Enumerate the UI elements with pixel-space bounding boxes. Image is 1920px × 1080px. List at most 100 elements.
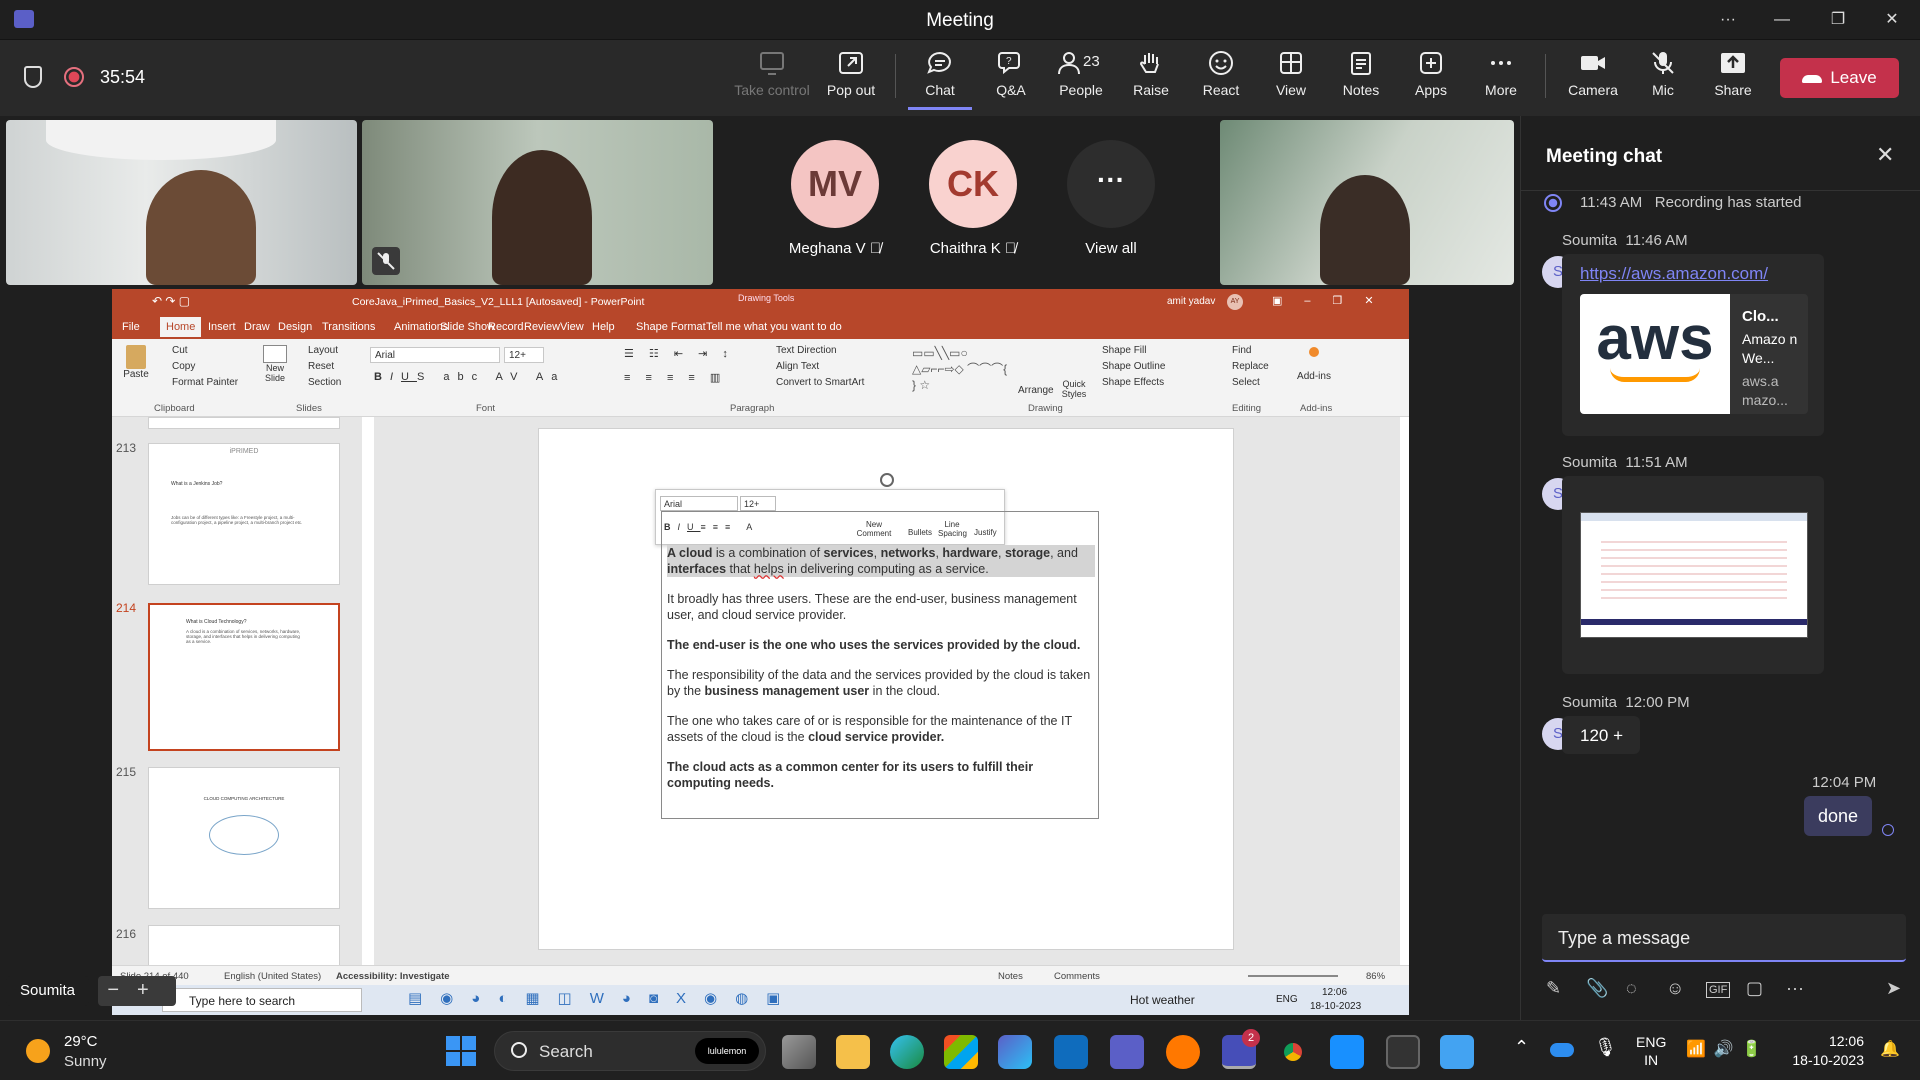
select-button[interactable]: Select xyxy=(1232,377,1260,388)
avast-icon[interactable] xyxy=(1166,1035,1200,1069)
align-text-button[interactable]: Align Text xyxy=(776,361,819,372)
shapes-gallery[interactable]: ▭▭╲╲▭○ △▱⌐⌐⇨◇ ⌒⌒⌒{ } ☆ xyxy=(912,345,1008,395)
arrange-button[interactable]: Arrange xyxy=(1018,385,1054,396)
chrome-icon[interactable] xyxy=(1276,1035,1310,1069)
task-view-icon[interactable] xyxy=(782,1035,816,1069)
send-icon[interactable]: ➤ xyxy=(1886,978,1901,999)
slide-thumbnail-214-selected[interactable]: What is Cloud Technology? A cloud is a c… xyxy=(148,603,340,751)
quick-styles-button[interactable]: Quick Styles xyxy=(1056,379,1092,399)
ribbon-tab-slide-show[interactable]: Slide Show xyxy=(440,321,495,333)
comments-toggle[interactable]: Comments xyxy=(1054,971,1100,982)
weather-widget[interactable]: 29°C Sunny xyxy=(26,1029,166,1073)
leave-button[interactable]: Leave xyxy=(1780,58,1899,98)
slide-thumbnail-213[interactable]: iPRIMED What is a Jenkins Job? Jobs can … xyxy=(148,443,340,585)
rotate-handle-icon[interactable] xyxy=(880,473,894,487)
paste-button[interactable]: Paste xyxy=(122,345,150,380)
tell-me-search[interactable]: Tell me what you want to do xyxy=(706,321,842,333)
copy-button[interactable]: Copy xyxy=(172,361,195,372)
video-tile-2[interactable] xyxy=(362,120,713,285)
loop-icon[interactable]: ◌ xyxy=(1626,978,1637,999)
zoom-level[interactable]: 86% xyxy=(1366,971,1385,982)
notepad-icon[interactable] xyxy=(1440,1035,1474,1069)
link-preview-card[interactable]: aws Clo... Amazo n We... aws.a mazo... xyxy=(1580,294,1808,414)
slide-thumbnail-pane[interactable]: 213 iPRIMED What is a Jenkins Job? Jobs … xyxy=(112,417,362,975)
mini-font-select[interactable]: Arial xyxy=(660,496,738,511)
format-painter-button[interactable]: Format Painter xyxy=(172,377,238,388)
shape-effects-button[interactable]: Shape Effects xyxy=(1102,377,1164,388)
people-button[interactable]: 23 People xyxy=(1048,50,1114,110)
inner-search-box[interactable]: Type here to search xyxy=(162,988,362,1012)
clock[interactable]: 12:06 18-10-2023 xyxy=(1784,1032,1864,1070)
ribbon-tab-shape-format[interactable]: Shape Format xyxy=(636,321,706,333)
zoom-slider[interactable] xyxy=(1248,975,1338,977)
teams-icon[interactable] xyxy=(1110,1035,1144,1069)
convert-smartart-button[interactable]: Convert to SmartArt xyxy=(776,377,864,388)
terminal-icon[interactable] xyxy=(1386,1035,1420,1069)
more-compose-icon[interactable]: ··· xyxy=(1786,978,1804,999)
aws-link[interactable]: https://aws.amazon.com/ xyxy=(1580,264,1768,284)
ribbon-tab-review[interactable]: Review xyxy=(524,321,560,333)
language-indicator[interactable]: ENG IN xyxy=(1636,1033,1666,1069)
sticker-icon[interactable]: ▢ xyxy=(1746,978,1763,999)
snipping-tool-icon[interactable] xyxy=(1330,1035,1364,1069)
ribbon-tab-help[interactable]: Help xyxy=(592,321,615,333)
slide-thumbnail-212[interactable] xyxy=(148,417,340,429)
raise-hand-button[interactable]: Raise xyxy=(1118,50,1184,110)
section-button[interactable]: Section xyxy=(308,377,341,388)
undo-icon[interactable]: ↶ ↷ ▢ xyxy=(152,294,190,308)
file-explorer-icon[interactable] xyxy=(836,1035,870,1069)
attach-icon[interactable]: 📎 xyxy=(1586,978,1608,999)
onedrive-icon[interactable] xyxy=(1550,1043,1574,1057)
react-button[interactable]: React xyxy=(1188,50,1254,110)
current-slide[interactable]: Arial 12+ BIU≡≡≡ A New Comment Bullets L… xyxy=(538,428,1234,950)
layout-button[interactable]: Layout xyxy=(308,345,338,356)
ribbon-tab-insert[interactable]: Insert xyxy=(208,321,236,333)
ribbon-tab-transitions[interactable]: Transitions xyxy=(322,321,375,333)
text-direction-button[interactable]: Text Direction xyxy=(776,345,837,356)
paragraph-buttons[interactable]: ☰ ☷ ⇤ ⇥ ↕ xyxy=(624,347,734,360)
minimize-button[interactable]: — xyxy=(1760,6,1804,34)
teams-new-icon[interactable]: 2 xyxy=(1222,1029,1260,1069)
show-hidden-icons[interactable]: ⌃ xyxy=(1514,1037,1529,1058)
emoji-icon[interactable]: ☺ xyxy=(1666,978,1684,999)
store-icon[interactable] xyxy=(944,1035,978,1069)
font-size-select[interactable]: 12+ xyxy=(504,347,544,363)
reset-button[interactable]: Reset xyxy=(308,361,334,372)
video-tile-1[interactable] xyxy=(6,120,357,285)
format-icon[interactable]: ✎ xyxy=(1546,978,1561,999)
participant-chaithra[interactable]: CK Chaithra K 🎙̸ xyxy=(918,140,1028,260)
start-button[interactable] xyxy=(446,1036,476,1066)
ribbon-tab-file[interactable]: File xyxy=(122,321,140,333)
accessibility-status[interactable]: Accessibility: Investigate xyxy=(336,971,450,982)
inner-taskbar-apps[interactable]: ▤◉◕◐▦◫W◕◙X◉◍▣ xyxy=(408,989,798,1007)
participant-meghana[interactable]: MV Meghana V 🎙̸ xyxy=(780,140,890,260)
cut-button[interactable]: Cut xyxy=(172,345,188,356)
more-button[interactable]: More xyxy=(1468,50,1534,110)
qa-button[interactable]: ? Q&A xyxy=(978,50,1044,110)
ribbon-tab-design[interactable]: Design xyxy=(278,321,312,333)
video-tile-3[interactable] xyxy=(1220,120,1514,285)
microphone-tray-icon[interactable]: 🎙 xyxy=(1594,1037,1617,1058)
more-options-icon[interactable]: ··· xyxy=(1706,6,1750,34)
ppt-window-controls[interactable]: ▣–❐✕ xyxy=(1272,294,1396,307)
ribbon-tab-home[interactable]: Home xyxy=(160,317,202,337)
shape-outline-button[interactable]: Shape Outline xyxy=(1102,361,1165,372)
shape-fill-button[interactable]: Shape Fill xyxy=(1102,345,1146,356)
ribbon-tab-record[interactable]: Record xyxy=(488,321,523,333)
view-button[interactable]: View xyxy=(1258,50,1324,110)
gif-icon[interactable]: GIF xyxy=(1706,982,1731,998)
find-button[interactable]: Find xyxy=(1232,345,1251,356)
new-slide-button[interactable]: New Slide xyxy=(258,345,292,383)
font-format-buttons[interactable]: BIUS abc AV Aa xyxy=(374,371,565,383)
notes-toggle[interactable]: Notes xyxy=(998,971,1023,982)
screenshot-image[interactable] xyxy=(1580,512,1808,638)
pop-out-button[interactable]: Pop out xyxy=(818,50,884,110)
notification-bell-icon[interactable]: 🔔 xyxy=(1880,1039,1900,1059)
take-control-button[interactable]: Take control xyxy=(734,50,810,110)
chat-button[interactable]: Chat xyxy=(908,50,972,110)
addins-button[interactable]: Add-ins xyxy=(1294,347,1334,382)
font-name-select[interactable]: Arial xyxy=(370,347,500,363)
mini-size-select[interactable]: 12+ xyxy=(740,496,776,511)
zoom-controls[interactable]: −+ xyxy=(98,976,176,1006)
network-volume-battery-icons[interactable]: 📶🔊🔋 xyxy=(1686,1039,1770,1059)
